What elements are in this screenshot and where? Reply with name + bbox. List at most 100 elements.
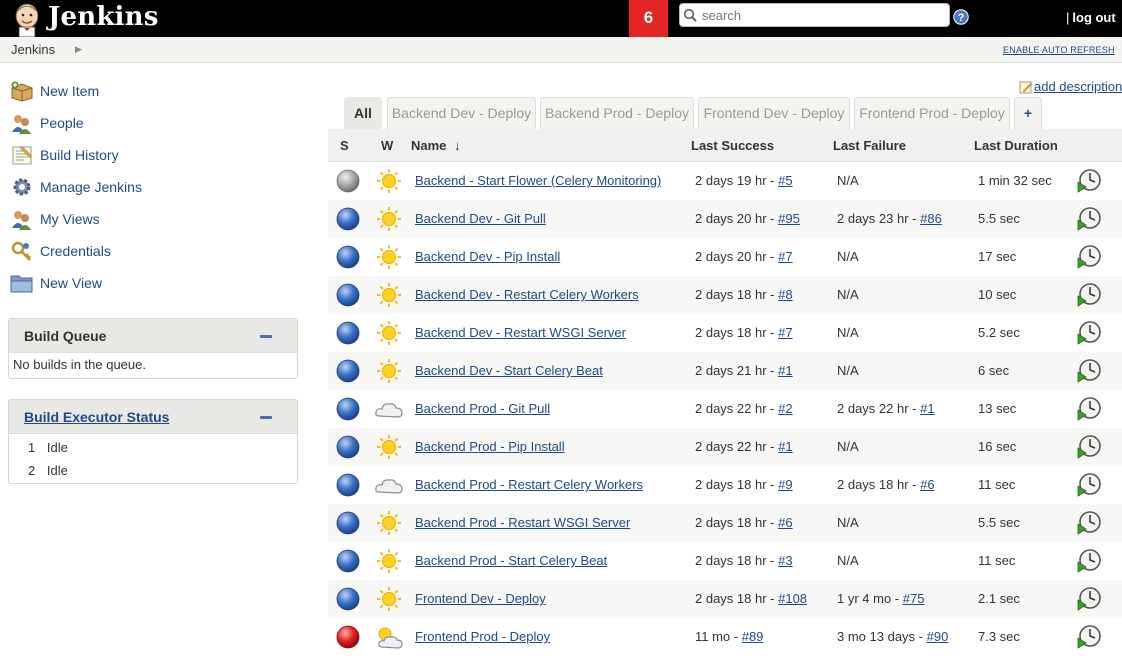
jenkins-logo-icon[interactable]: [8, 0, 44, 37]
last-success-build-link[interactable]: #5: [778, 173, 792, 188]
schedule-build-icon[interactable]: [1076, 320, 1102, 346]
last-success-build-link[interactable]: #108: [778, 591, 807, 606]
column-last-success[interactable]: Last Success: [691, 138, 774, 153]
job-name-link[interactable]: Backend Prod - Git Pull: [415, 401, 550, 416]
build-status-blue-icon[interactable]: [336, 207, 360, 231]
last-success-build-link[interactable]: #6: [778, 515, 792, 530]
tab-backend-dev-deploy[interactable]: Backend Dev - Deploy: [387, 97, 536, 129]
build-status-blue-icon[interactable]: [336, 283, 360, 307]
job-name-link[interactable]: Frontend Dev - Deploy: [415, 591, 546, 606]
last-success-build-link[interactable]: #7: [778, 325, 792, 340]
job-name-link[interactable]: Backend Prod - Restart Celery Workers: [415, 477, 643, 492]
build-status-blue-icon[interactable]: [336, 359, 360, 383]
schedule-build-icon[interactable]: [1076, 244, 1102, 270]
schedule-build-icon[interactable]: [1076, 472, 1102, 498]
last-success-build-link[interactable]: #95: [778, 211, 800, 226]
tab-backend-prod-deploy[interactable]: Backend Prod - Deploy: [540, 97, 694, 129]
search-box[interactable]: [679, 3, 950, 27]
job-name-link[interactable]: Backend Prod - Pip Install: [415, 439, 565, 454]
tab-frontend-prod-deploy[interactable]: Frontend Prod - Deploy: [854, 97, 1010, 129]
build-status-blue-icon[interactable]: [336, 435, 360, 459]
last-failure-build-link[interactable]: #86: [920, 211, 942, 226]
build-executor-title[interactable]: Build Executor Status: [24, 409, 169, 425]
job-name-link[interactable]: Backend Dev - Pip Install: [415, 249, 560, 264]
build-status-blue-icon[interactable]: [336, 511, 360, 535]
table-row: Backend - Start Flower (Celery Monitorin…: [328, 162, 1122, 200]
column-weather[interactable]: W: [381, 138, 393, 153]
task-new-item[interactable]: New Item: [10, 80, 210, 102]
task-manage-jenkins-label[interactable]: Manage Jenkins: [40, 179, 142, 195]
last-failure-build-link[interactable]: #75: [903, 591, 925, 606]
collapse-icon[interactable]: [260, 335, 272, 338]
column-last-failure[interactable]: Last Failure: [833, 138, 906, 153]
column-last-duration[interactable]: Last Duration: [974, 138, 1058, 153]
job-name-link[interactable]: Backend Prod - Restart WSGI Server: [415, 515, 630, 530]
task-my-views[interactable]: My Views: [10, 208, 210, 230]
last-success-cell: 2 days 20 hr - #95: [695, 211, 800, 226]
build-status-blue-icon[interactable]: [336, 587, 360, 611]
job-name-link[interactable]: Frontend Prod - Deploy: [415, 629, 550, 644]
notification-badge[interactable]: 6: [629, 0, 668, 37]
search-input[interactable]: [700, 5, 945, 25]
last-failure-build-link[interactable]: #6: [920, 477, 934, 492]
task-credentials[interactable]: Credentials: [10, 240, 210, 262]
build-status-grey-icon[interactable]: [336, 169, 360, 193]
schedule-build-icon[interactable]: [1076, 358, 1102, 384]
schedule-build-icon[interactable]: [1076, 168, 1102, 194]
tab-frontend-dev-deploy[interactable]: Frontend Dev - Deploy: [698, 97, 850, 129]
schedule-build-icon[interactable]: [1076, 396, 1102, 422]
schedule-build-icon[interactable]: [1076, 586, 1102, 612]
last-success-build-link[interactable]: #2: [778, 401, 792, 416]
column-name[interactable]: Name ↓: [411, 138, 461, 153]
tab-add-view[interactable]: +: [1014, 97, 1042, 129]
job-name-link[interactable]: Backend - Start Flower (Celery Monitorin…: [415, 173, 661, 188]
task-people[interactable]: People: [10, 112, 210, 134]
breadcrumb-home[interactable]: Jenkins: [11, 42, 55, 57]
schedule-build-icon[interactable]: [1076, 434, 1102, 460]
task-build-history[interactable]: Build History: [10, 144, 210, 166]
collapse-icon[interactable]: [260, 416, 272, 419]
task-new-view[interactable]: New View: [10, 272, 210, 294]
last-failure-build-link[interactable]: #90: [927, 629, 949, 644]
breadcrumb-arrow-icon[interactable]: ▶: [75, 44, 82, 55]
column-status[interactable]: S: [340, 138, 349, 153]
last-success-build-link[interactable]: #7: [778, 249, 792, 264]
schedule-build-icon[interactable]: [1076, 510, 1102, 536]
schedule-build-icon[interactable]: [1076, 624, 1102, 650]
task-credentials-label[interactable]: Credentials: [40, 243, 111, 259]
last-success-build-link[interactable]: #89: [742, 629, 764, 644]
build-status-blue-icon[interactable]: [336, 549, 360, 573]
task-my-views-label[interactable]: My Views: [40, 211, 100, 227]
last-success-build-link[interactable]: #1: [778, 363, 792, 378]
job-name-link[interactable]: Backend Prod - Start Celery Beat: [415, 553, 607, 568]
last-success-build-link[interactable]: #8: [778, 287, 792, 302]
build-status-blue-icon[interactable]: [336, 473, 360, 497]
tab-all[interactable]: All: [344, 97, 382, 129]
job-name-link[interactable]: Backend Dev - Restart WSGI Server: [415, 325, 626, 340]
job-name-link[interactable]: Backend Dev - Restart Celery Workers: [415, 287, 639, 302]
last-success-build-link[interactable]: #1: [778, 439, 792, 454]
task-people-label[interactable]: People: [40, 115, 84, 131]
task-new-item-label[interactable]: New Item: [40, 83, 99, 99]
logout-link[interactable]: | log out: [1066, 10, 1116, 25]
build-status-blue-icon[interactable]: [336, 397, 360, 421]
job-name-link[interactable]: Backend Dev - Start Celery Beat: [415, 363, 603, 378]
schedule-build-icon[interactable]: [1076, 206, 1102, 232]
add-description-link[interactable]: add description: [1019, 79, 1122, 94]
last-success-build-link[interactable]: #3: [778, 553, 792, 568]
task-build-history-label[interactable]: Build History: [40, 147, 119, 163]
enable-auto-refresh-link[interactable]: ENABLE AUTO REFRESH: [1003, 45, 1115, 55]
task-new-view-label[interactable]: New View: [40, 275, 102, 291]
schedule-build-icon[interactable]: [1076, 548, 1102, 574]
help-icon[interactable]: ?: [953, 9, 969, 25]
last-failure-build-link[interactable]: #1: [920, 401, 934, 416]
executor-number: 2: [28, 463, 36, 478]
task-manage-jenkins[interactable]: Manage Jenkins: [10, 176, 210, 198]
build-status-red-icon[interactable]: [336, 625, 360, 649]
schedule-build-icon[interactable]: [1076, 282, 1102, 308]
build-status-blue-icon[interactable]: [336, 245, 360, 269]
brand-title[interactable]: Jenkins: [48, 2, 159, 32]
job-name-link[interactable]: Backend Dev - Git Pull: [415, 211, 546, 226]
build-status-blue-icon[interactable]: [336, 321, 360, 345]
last-success-build-link[interactable]: #9: [778, 477, 792, 492]
